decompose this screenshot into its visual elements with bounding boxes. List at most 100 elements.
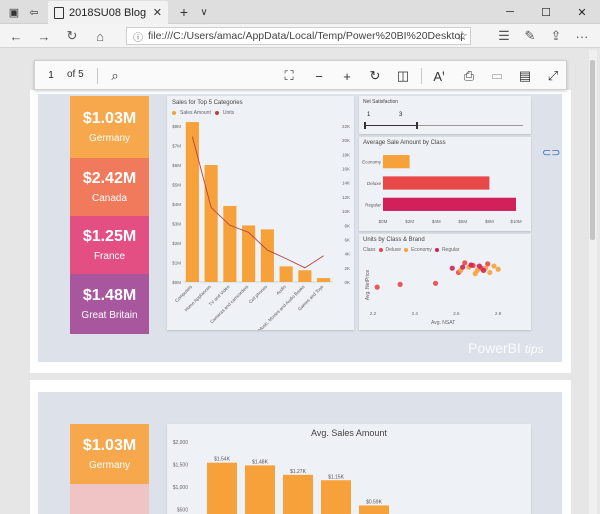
pen-icon[interactable]: ✎ <box>522 28 538 44</box>
net-satisfaction-slicer: Net Satisfaction 1 3 <box>359 96 531 134</box>
sales-top5-panel: Sales for Top 5 Categories Sales Amount … <box>167 96 354 330</box>
y2-tick-label: 0K <box>344 280 350 285</box>
scatter-point <box>432 280 439 286</box>
kpi-value: $2.42M <box>82 170 137 187</box>
print-icon[interactable]: ⎙ <box>461 68 477 84</box>
slicer-max: 3 <box>399 112 403 118</box>
tab-actions-icon[interactable]: ▣ <box>6 4 22 20</box>
data-label: $1.27K <box>290 469 307 475</box>
units-scatter-chart: 2.2 2.4 2.6 2.8 <box>370 260 502 316</box>
zoom-out-icon[interactable]: − <box>311 68 327 84</box>
scatter-point <box>491 263 497 269</box>
favorites-hub-icon[interactable]: ☰ <box>496 28 512 44</box>
y2-tick-label: 10K <box>342 209 350 214</box>
x-tick-label: Cameras and camcorders <box>209 284 250 325</box>
y-tick-label: $6M <box>172 163 181 168</box>
home-icon[interactable]: ⌂ <box>92 28 108 44</box>
units-class-brand-panel: Units by Class & Brand Class Deluxe Econ… <box>359 234 531 330</box>
scatter-point <box>495 266 501 272</box>
forward-icon[interactable]: → <box>36 28 52 44</box>
scatter-point <box>468 262 474 268</box>
x-tick-label: 2.2 <box>370 311 377 316</box>
kpi-card-germany-p2: $1.03M Germany <box>70 424 149 484</box>
scrollbar-thumb[interactable] <box>590 60 595 240</box>
scatter-point <box>480 267 487 273</box>
maximize-button[interactable]: ☐ <box>528 0 564 24</box>
watermark-text-tips: tips <box>524 342 544 356</box>
data-label: $1.48K <box>252 459 269 465</box>
slider-range <box>365 125 417 126</box>
page-number-input[interactable]: 1 <box>41 66 61 84</box>
y-tick-label: $2M <box>172 241 181 246</box>
x-tick-label: 2.4 <box>412 311 419 316</box>
x-tick-label: 2.6 <box>453 311 460 316</box>
bar <box>383 155 410 169</box>
kpi-label: Germany <box>88 133 131 144</box>
bar <box>317 278 331 282</box>
kpi-card-france: $1.25M France <box>70 216 149 274</box>
bar <box>279 266 293 282</box>
toolbar-divider <box>97 68 98 84</box>
fullscreen-icon[interactable]: ⤢ <box>545 68 561 84</box>
close-button[interactable]: ✕ <box>564 0 600 24</box>
bar <box>204 165 218 282</box>
tab-list-chevron-icon[interactable]: ∨ <box>196 4 212 20</box>
y-tick-label: $500 <box>177 508 188 514</box>
kpi-label: Germany <box>88 460 131 471</box>
data-label: $1.54K <box>214 457 231 463</box>
favorite-star-icon[interactable]: ☆ <box>454 28 470 44</box>
bar <box>321 480 351 514</box>
scatter-point <box>460 264 466 270</box>
link-icon[interactable]: ⊂⊃ <box>542 146 560 159</box>
avg-sales-amount-chart: $2,000 $1,500 $1,000 $500 $1.54K $1.48K $1.27K… <box>173 440 389 514</box>
tab-close-icon[interactable]: ✕ <box>153 6 162 19</box>
new-tab-icon[interactable]: + <box>176 4 192 20</box>
kpi-label: France <box>93 251 126 262</box>
read-aloud-icon[interactable]: Aꞌ <box>431 68 447 84</box>
bar <box>383 197 516 211</box>
address-bar[interactable]: ⓘ file:///C:/Users/amac/AppData/Local/Te… <box>126 27 471 45</box>
y-tick-label: $1,500 <box>173 463 189 469</box>
y2-tick-label: 4K <box>344 252 350 257</box>
kpi-value: $1.25M <box>82 228 137 245</box>
scatter-point <box>487 269 493 276</box>
y2-tick-label: 2K <box>344 266 350 271</box>
y-tick-label: Economy <box>362 160 382 165</box>
data-label: $1.15K <box>328 474 345 480</box>
refresh-icon[interactable]: ↻ <box>64 28 80 44</box>
url-text: file:///C:/Users/amac/AppData/Local/Temp… <box>148 30 464 42</box>
kpi-card-next <box>70 484 149 514</box>
kpi-value: $1.48M <box>82 287 137 304</box>
x-tick-label: $8M <box>485 219 494 224</box>
kpi-card-germany: $1.03M Germany <box>70 96 149 158</box>
search-icon[interactable]: ⌕ <box>107 68 123 84</box>
rotate-icon[interactable]: ↻ <box>367 68 383 84</box>
y-tick-label: $0M <box>172 280 181 285</box>
tab-back-icon[interactable]: ⇦ <box>26 4 42 20</box>
page-view-icon[interactable]: ◫ <box>395 68 411 84</box>
y-tick-label: $2,000 <box>173 440 189 446</box>
x-tick-label: $10M <box>510 219 522 224</box>
y2-tick-label: 20K <box>342 138 350 143</box>
fit-page-icon[interactable]: ⛶ <box>281 68 297 84</box>
watermark-text: PowerBI <box>468 340 521 356</box>
zoom-in-icon[interactable]: + <box>339 68 355 84</box>
y-tick-label: Deluxe <box>367 181 382 186</box>
minimize-button[interactable]: ─ <box>492 0 528 24</box>
bar <box>207 462 237 514</box>
back-icon[interactable]: ← <box>8 28 24 44</box>
info-icon: ⓘ <box>133 32 143 44</box>
y2-tick-label: 8K <box>344 223 350 228</box>
bar <box>260 229 274 282</box>
more-icon[interactable]: ··· <box>574 28 590 44</box>
slicer-min: 1 <box>367 112 371 118</box>
slider-handle-min[interactable] <box>364 122 366 129</box>
scatter-point <box>476 263 482 269</box>
tab-pdf[interactable]: 2018SU08 Blog Demo.p ✕ <box>48 1 168 24</box>
share-icon[interactable]: ⇪ <box>548 28 564 44</box>
toolbar-divider <box>421 68 422 84</box>
save-as-icon[interactable]: ▤ <box>517 68 533 84</box>
slider-handle-max[interactable] <box>416 122 418 129</box>
save-icon[interactable]: ▭ <box>489 68 505 84</box>
y2-tick-label: 18K <box>342 152 350 157</box>
